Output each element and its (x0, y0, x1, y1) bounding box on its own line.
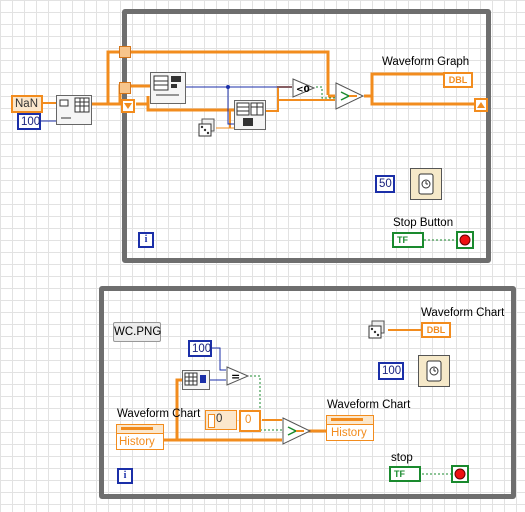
stop-button-label: Stop Button (393, 217, 454, 229)
history-read-label: Waveform Chart (117, 408, 201, 420)
history-write-node[interactable]: History (326, 415, 374, 441)
compare-constant[interactable]: 100 (188, 340, 212, 357)
top-shift-register-b (119, 82, 131, 94)
wait-clock-icon-bottom (426, 360, 442, 382)
top-shift-register-a (119, 46, 131, 58)
dice-icon-bottom[interactable] (368, 320, 388, 340)
initialize-array-icon (59, 97, 90, 119)
stop-button-terminal[interactable]: TF (392, 232, 424, 248)
array-element[interactable]: 0 (239, 410, 261, 432)
wc-png-label: WC.PNG (113, 322, 161, 342)
history-write-label: Waveform Chart (327, 399, 411, 411)
svg-text:=: = (231, 370, 240, 383)
dice-icon[interactable] (198, 118, 218, 138)
loop-condition-icon[interactable] (456, 231, 474, 249)
wait-ms-node-bottom[interactable] (418, 355, 450, 387)
history-read-node[interactable]: History (116, 424, 164, 450)
waveform-chart-dbl-terminal[interactable]: DBL (421, 322, 451, 338)
history-write-property: History (331, 427, 367, 439)
history-read-property: History (119, 436, 155, 448)
array-subset-node[interactable] (150, 72, 186, 104)
select-node-bottom[interactable] (282, 417, 312, 445)
replace-array-subset-node[interactable] (234, 100, 266, 130)
array-size-node[interactable] (182, 370, 210, 390)
waveform-graph-label: Waveform Graph (382, 56, 470, 68)
wait-clock-icon (418, 173, 434, 195)
wait-ms-node[interactable] (410, 168, 442, 200)
array-subset-icon (153, 75, 181, 96)
waveform-graph-terminal[interactable]: DBL (443, 72, 473, 88)
loop-condition-icon-bottom[interactable] (451, 465, 469, 483)
array-size-icon (184, 372, 206, 386)
wc-png-text: WC.PNG (114, 326, 162, 338)
left-shift-register (121, 99, 135, 113)
wait-ms-constant-bottom[interactable]: 100 (378, 362, 404, 380)
less-than-zero-node[interactable]: <0 (292, 78, 316, 98)
nan-constant[interactable]: NaN (11, 95, 43, 113)
stop-tf-text: TF (397, 235, 408, 245)
select-node[interactable] (335, 82, 365, 110)
replace-array-icon (236, 102, 264, 126)
equal-node[interactable]: = (226, 366, 250, 386)
stop-terminal-bottom[interactable]: TF (389, 466, 421, 482)
stop-tf-text-bottom: TF (394, 469, 405, 479)
wait-ms-constant[interactable]: 50 (375, 175, 395, 193)
stop-label: stop (391, 452, 413, 464)
top-iteration-terminal: i (138, 232, 154, 248)
array-element-value: 0 (245, 414, 252, 426)
initialize-array-node[interactable] (56, 95, 92, 125)
waveform-chart-label-right: Waveform Chart (421, 307, 505, 319)
array-index-control[interactable]: 0 (205, 410, 237, 430)
right-shift-register (474, 98, 488, 112)
bottom-iteration-terminal: i (117, 468, 133, 484)
length-constant[interactable]: 100 (17, 113, 41, 130)
array-index-value: 0 (216, 413, 223, 425)
svg-text:<0: <0 (296, 85, 310, 95)
